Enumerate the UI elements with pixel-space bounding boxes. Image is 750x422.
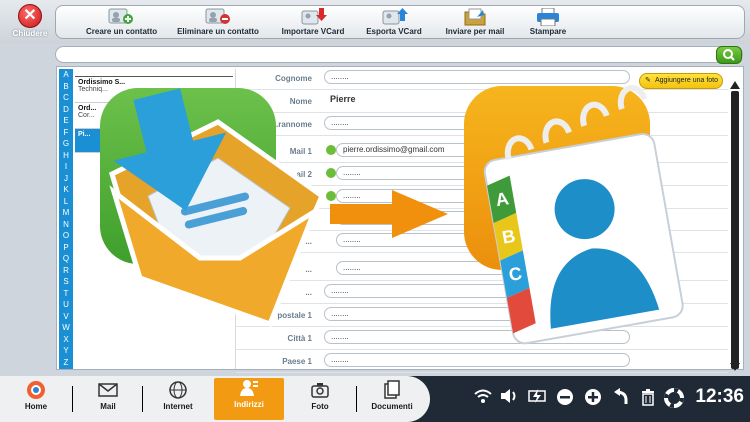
vertical-scrollbar[interactable] — [730, 81, 740, 371]
export-vcard-label: Esporta VCard — [366, 27, 422, 36]
nav-addresses[interactable]: Indirizzi — [214, 378, 284, 420]
alphabet-letter[interactable]: W — [59, 322, 73, 334]
alphabet-letter[interactable]: F — [59, 127, 73, 139]
toolbar: Creare un contatto Eliminare un contatto — [55, 5, 745, 39]
form-row: Città 1........ — [236, 330, 728, 351]
alphabet-letter[interactable]: D — [59, 104, 73, 116]
alphabet-letter[interactable]: Z — [59, 357, 73, 369]
search-icon — [723, 49, 735, 61]
import-icon — [299, 8, 327, 26]
battery-charging-icon[interactable] — [528, 388, 548, 409]
close-label: Chiudere — [12, 29, 48, 38]
mail-import-icon — [100, 88, 326, 328]
folder-send-icon — [461, 8, 489, 26]
nav-mail[interactable]: Mail — [76, 380, 140, 418]
contacts-icon — [238, 378, 260, 398]
alphabet-letter[interactable]: H — [59, 150, 73, 162]
mail-icon — [97, 380, 119, 400]
alphabet-letter[interactable]: I — [59, 161, 73, 173]
lifebuoy-icon[interactable] — [664, 388, 684, 413]
camera-icon — [309, 380, 331, 400]
print-button[interactable]: Stampare — [526, 7, 570, 36]
add-contact-icon — [107, 8, 135, 26]
alphabet-letter[interactable]: C — [59, 92, 73, 104]
field-input[interactable]: ........ — [324, 69, 630, 84]
alphabet-index: ABCDEFGHIJKLMNOPQRSTUVWXYZ — [59, 69, 73, 369]
scroll-up-icon[interactable] — [730, 81, 740, 89]
nav-internet[interactable]: Internet — [146, 380, 210, 418]
volume-icon[interactable] — [500, 388, 520, 409]
alphabet-letter[interactable]: K — [59, 184, 73, 196]
alphabet-letter[interactable]: N — [59, 219, 73, 231]
alphabet-letter[interactable]: Y — [59, 345, 73, 357]
export-vcard-button[interactable]: Esporta VCard — [364, 8, 424, 36]
print-label: Stampare — [529, 27, 567, 36]
zoom-in-icon[interactable] — [584, 388, 602, 411]
alphabet-letter[interactable]: J — [59, 173, 73, 185]
bottom-navigation: Home Mail Internet Indirizzi Foto Docume… — [0, 376, 750, 422]
create-contact-button[interactable]: Creare un contatto — [86, 8, 158, 36]
field-label: Cognome — [275, 73, 312, 83]
alphabet-letter[interactable]: X — [59, 334, 73, 346]
create-contact-label: Creare un contatto — [86, 27, 158, 36]
scroll-down-icon[interactable] — [730, 363, 740, 371]
alphabet-letter[interactable]: A — [59, 69, 73, 81]
alphabet-letter[interactable]: M — [59, 207, 73, 219]
alphabet-letter[interactable]: L — [59, 196, 73, 208]
top-bar: ✕ Chiudere Creare un contatto Eliminare … — [0, 0, 750, 44]
field-label: Paese 1 — [282, 357, 312, 367]
undo-icon[interactable] — [612, 388, 630, 411]
alphabet-letter[interactable]: V — [59, 311, 73, 323]
nav-home[interactable]: Home — [4, 380, 68, 418]
home-icon — [25, 380, 47, 400]
clock: 12:36 — [695, 386, 744, 407]
delete-contact-button[interactable]: Eliminare un contatto — [176, 8, 260, 36]
alphabet-letter[interactable]: Q — [59, 253, 73, 265]
add-photo-label: Aggiungere una foto — [654, 77, 718, 84]
address-book-icon: A B C — [464, 84, 684, 345]
close-icon: ✕ — [18, 4, 42, 28]
alphabet-letter[interactable]: O — [59, 230, 73, 242]
field-input[interactable]: ........ — [324, 353, 630, 368]
close-button[interactable]: ✕ Chiudere — [8, 4, 52, 42]
send-by-mail-button[interactable]: Inviare per mail — [444, 8, 506, 36]
alphabet-letter[interactable]: U — [59, 299, 73, 311]
nav-documents[interactable]: Documenti — [360, 380, 424, 418]
printer-icon — [534, 7, 562, 27]
nav-photo[interactable]: Foto — [288, 380, 352, 418]
form-row: Paese 1........ — [236, 353, 728, 374]
search-input[interactable] — [55, 46, 743, 64]
send-by-mail-label: Inviare per mail — [445, 27, 505, 36]
alphabet-letter[interactable]: B — [59, 81, 73, 93]
alphabet-letter[interactable]: S — [59, 276, 73, 288]
trash-icon[interactable] — [640, 388, 656, 411]
zoom-out-icon[interactable] — [556, 388, 574, 411]
import-direction-arrow — [330, 190, 450, 251]
globe-icon — [167, 380, 189, 400]
alphabet-letter[interactable]: E — [59, 115, 73, 127]
export-icon — [380, 8, 408, 26]
alphabet-letter[interactable]: G — [59, 138, 73, 150]
wifi-icon[interactable] — [474, 388, 492, 409]
field-label: Città 1 — [287, 334, 312, 344]
import-vcard-label: Importare VCard — [281, 27, 345, 36]
alphabet-letter[interactable]: T — [59, 288, 73, 300]
delete-contact-icon — [204, 8, 232, 26]
delete-contact-label: Eliminare un contatto — [177, 27, 259, 36]
alphabet-letter[interactable]: P — [59, 242, 73, 254]
search-button[interactable] — [716, 46, 742, 64]
scroll-thumb[interactable] — [731, 91, 739, 369]
documents-icon — [381, 380, 403, 400]
alphabet-letter[interactable]: R — [59, 265, 73, 277]
import-vcard-button[interactable]: Importare VCard — [281, 8, 345, 36]
